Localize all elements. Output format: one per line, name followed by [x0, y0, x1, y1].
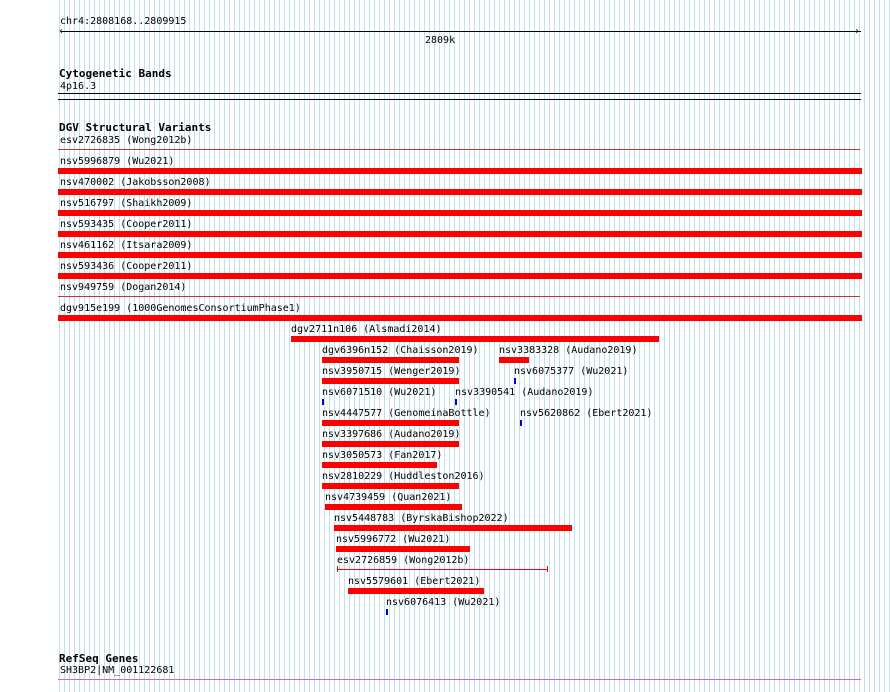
variant-label[interactable]: esv2726835 (Wong2012b) [60, 135, 192, 146]
variant-label[interactable]: nsv5996772 (Wu2021) [336, 534, 450, 545]
variant-bar[interactable] [58, 296, 860, 297]
variant-label[interactable]: nsv5448783 (ByrskaBishop2022) [334, 513, 509, 524]
variant-bar[interactable] [58, 315, 862, 321]
variant-bar[interactable] [58, 252, 862, 258]
gene-line[interactable] [58, 679, 861, 680]
variant-bar[interactable] [322, 357, 459, 363]
ruler-right-arrow: › [854, 26, 861, 37]
variant-label[interactable]: nsv593436 (Cooper2011) [60, 261, 192, 272]
cytoband-line-top [58, 93, 861, 94]
variant-bar[interactable] [58, 210, 862, 216]
ruler-left-arrow: ‹ [58, 26, 65, 37]
variant-label[interactable]: nsv3950715 (Wenger2019) [322, 366, 460, 377]
variant-label[interactable]: dgv2711n106 (Alsmadi2014) [291, 324, 442, 335]
variant-label[interactable]: nsv6076413 (Wu2021) [386, 597, 500, 608]
ruler-axis [61, 31, 861, 32]
variant-bar[interactable] [58, 149, 860, 150]
variant-label[interactable]: dgv915e199 (1000GenomesConsortiumPhase1) [60, 303, 301, 314]
cytoband-label[interactable]: 4p16.3 [60, 81, 96, 92]
variant-label[interactable]: nsv470002 (Jakobsson2008) [60, 177, 211, 188]
variant-bar-end [337, 566, 338, 572]
variant-label[interactable]: nsv2810229 (Huddleston2016) [322, 471, 485, 482]
variant-bar[interactable] [322, 378, 459, 384]
variant-bar[interactable] [58, 189, 862, 195]
variant-bar[interactable] [337, 569, 548, 570]
variant-bar-end [547, 566, 548, 572]
variant-label[interactable]: dgv6396n152 (Chaisson2019) [322, 345, 479, 356]
variant-bar[interactable] [322, 483, 459, 489]
gene-label[interactable]: SH3BP2|NM_001122681 [60, 665, 174, 676]
variant-bar[interactable] [455, 399, 457, 405]
variant-bar[interactable] [322, 462, 437, 468]
position-label: chr4:2808168..2809915 [60, 16, 187, 27]
variant-bar[interactable] [58, 231, 862, 237]
left-margin [0, 0, 58, 692]
cytoband-track-title[interactable]: Cytogenetic Bands [59, 68, 172, 80]
variant-bar[interactable] [322, 399, 324, 405]
variant-label[interactable]: nsv3390541 (Audano2019) [455, 387, 593, 398]
variant-bar[interactable] [499, 357, 529, 363]
variant-bar[interactable] [322, 441, 459, 447]
variant-label[interactable]: nsv5579601 (Ebert2021) [348, 576, 480, 587]
variant-label[interactable]: nsv5620862 (Ebert2021) [520, 408, 652, 419]
variant-bar[interactable] [58, 168, 862, 174]
variant-label[interactable]: nsv516797 (Shaikh2009) [60, 198, 192, 209]
variant-label[interactable]: nsv5996879 (Wu2021) [60, 156, 174, 167]
variant-bar[interactable] [322, 420, 459, 426]
variant-label[interactable]: nsv6075377 (Wu2021) [514, 366, 628, 377]
variant-bar[interactable] [336, 546, 470, 552]
ruler-center-label: 2809k [425, 35, 456, 46]
variant-label[interactable]: nsv3383328 (Audano2019) [499, 345, 637, 356]
variant-bar[interactable] [325, 504, 462, 510]
variant-bar[interactable] [291, 336, 659, 342]
variant-label[interactable]: nsv4447577 (GenomeinaBottle) [322, 408, 491, 419]
variant-label[interactable]: nsv3397686 (Audano2019) [322, 429, 460, 440]
variant-label[interactable]: nsv4739459 (Quan2021) [325, 492, 451, 503]
variant-label[interactable]: nsv593435 (Cooper2011) [60, 219, 192, 230]
variant-bar[interactable] [58, 273, 862, 279]
variant-label[interactable]: nsv6071510 (Wu2021) [322, 387, 436, 398]
variant-bar[interactable] [386, 609, 388, 615]
dgv-track-title[interactable]: DGV Structural Variants [59, 122, 211, 134]
variant-label[interactable]: nsv461162 (Itsara2009) [60, 240, 192, 251]
variant-label[interactable]: nsv949759 (Dogan2014) [60, 282, 186, 293]
variant-bar[interactable] [334, 525, 572, 531]
variant-bar[interactable] [514, 378, 516, 384]
variant-bar[interactable] [348, 588, 484, 594]
variant-bar[interactable] [520, 420, 522, 426]
variant-label[interactable]: esv2726859 (Wong2012b) [337, 555, 469, 566]
cytoband-line-bottom [58, 99, 861, 100]
refseq-track-title[interactable]: RefSeq Genes [59, 653, 138, 665]
variant-label[interactable]: nsv3050573 (Fan2017) [322, 450, 442, 461]
